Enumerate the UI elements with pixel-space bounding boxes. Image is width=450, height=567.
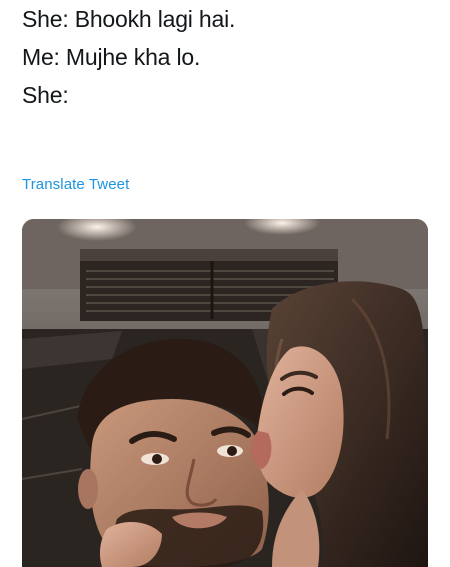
tweet-text: She: Bhookh lagi hai. Me: Mujhe kha lo. … [22, 0, 432, 114]
photo-image [22, 219, 428, 567]
tweet-photo[interactable] [22, 219, 428, 567]
tweet-line-2: Me: Mujhe kha lo. [22, 44, 201, 70]
translate-tweet-link[interactable]: Translate Tweet [22, 176, 129, 193]
tweet-container: She: Bhookh lagi hai. Me: Mujhe kha lo. … [0, 0, 450, 567]
tweet-line-1: She: Bhookh lagi hai. [22, 6, 236, 32]
tweet-line-3: She: [22, 82, 69, 108]
